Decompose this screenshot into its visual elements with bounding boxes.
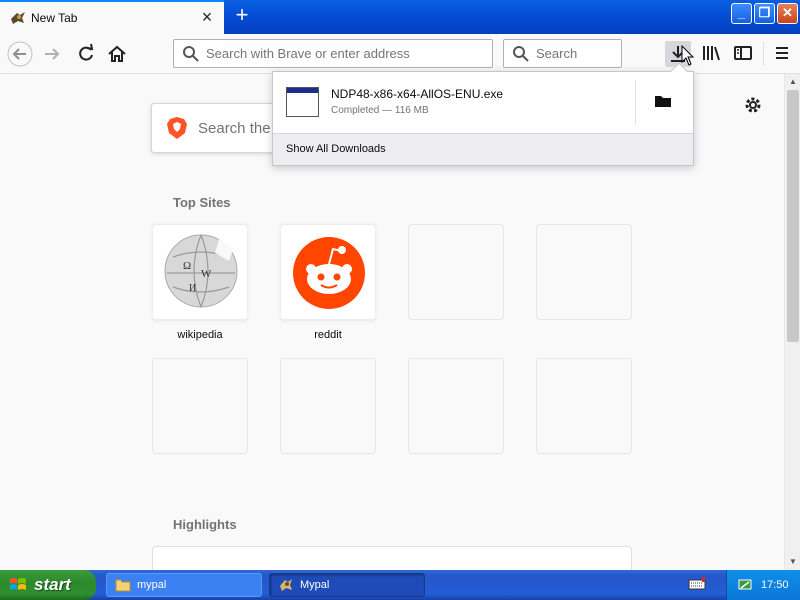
top-site-empty-slot [152,358,248,454]
tab-new-tab[interactable]: New Tab × [0,0,224,34]
network-icon[interactable] [737,577,753,593]
scroll-thumb[interactable] [787,90,799,342]
top-site-label-wikipedia: wikipedia [177,329,223,341]
svg-text:И: И [189,283,196,294]
url-bar[interactable] [173,39,493,68]
show-all-downloads-label: Show All Downloads [286,143,386,155]
page-scrollbar[interactable]: ▲ ▼ [784,74,800,570]
top-site-tile-reddit[interactable] [280,224,376,320]
tab-title: New Tab [31,11,78,25]
minimize-icon[interactable]: _ [731,3,752,24]
top-site-tile-wikipedia[interactable]: Ω W И [152,224,248,320]
mouse-cursor-icon [681,45,695,66]
taskbar-item-label: mypal [137,579,167,591]
close-window-icon[interactable]: ✕ [777,3,798,24]
open-folder-icon[interactable] [653,92,673,110]
download-filename: NDP48-x86-x64-AllOS-ENU.exe [331,87,504,101]
tab-close-icon[interactable]: × [198,8,216,26]
back-icon[interactable] [6,40,34,68]
top-site-empty-slot [408,224,504,320]
window-controls: _ ❐ ✕ [731,3,798,24]
top-sites-title: Top Sites [173,195,231,210]
url-input[interactable] [206,46,476,61]
svg-text:Ω: Ω [183,260,191,272]
top-site-empty-slot [408,358,504,454]
highlight-card[interactable] [152,546,632,570]
taskbar-item-mypal-browser[interactable]: Mypal [269,573,425,597]
toolbar-separator [763,42,764,66]
top-site-empty-slot [536,358,632,454]
taskbar: start mypal Mypal 17:50 [0,570,800,600]
downloads-panel: NDP48-x86-x64-AllOS-ENU.exe Completed — … [272,62,694,166]
reddit-alien-icon [293,237,365,309]
hamburger-menu-icon[interactable] [771,41,793,65]
search-bar[interactable] [503,39,622,68]
top-site-label-reddit: reddit [314,329,342,341]
keyboard-language-icon[interactable] [688,577,706,591]
download-item[interactable]: NDP48-x86-x64-AllOS-ENU.exe Completed — … [273,72,693,132]
search-icon [513,45,529,62]
newtab-search-placeholder: Search the [198,119,271,137]
mypal-icon [280,579,292,591]
top-site-empty-slot [536,224,632,320]
taskbar-item-mypal-folder[interactable]: mypal [106,573,262,597]
sidebar-icon[interactable] [731,41,755,65]
taskbar-item-label: Mypal [300,579,330,591]
home-icon[interactable] [103,40,131,68]
clock: 17:50 [761,579,789,591]
wikipedia-globe-icon: Ω W И [164,234,238,308]
mypal-icon [11,12,25,24]
search-icon [183,45,199,62]
gear-icon[interactable] [742,94,764,116]
top-site-empty-slot [280,358,376,454]
start-button[interactable]: start [0,570,96,600]
restore-icon[interactable]: ❐ [754,3,775,24]
forward-icon[interactable] [38,40,66,68]
reload-icon[interactable] [72,40,100,68]
download-status: Completed — 116 MB [331,105,429,116]
system-tray: 17:50 [726,570,800,600]
library-icon[interactable] [700,41,724,65]
highlights-title: Highlights [173,517,237,532]
svg-text:W: W [201,268,212,280]
new-tab-icon[interactable]: + [230,4,254,28]
search-input[interactable] [536,46,616,61]
title-bar: New Tab × + _ ❐ ✕ [0,0,800,34]
show-all-downloads-button[interactable]: Show All Downloads [273,133,693,165]
executable-file-icon [286,87,319,117]
folder-icon [115,579,131,592]
scroll-down-icon[interactable]: ▼ [788,557,798,567]
scroll-up-icon[interactable]: ▲ [788,77,798,87]
start-label: start [34,575,71,594]
windows-flag-icon [10,578,26,590]
brave-logo-icon [167,117,187,139]
download-item-separator [635,80,636,125]
